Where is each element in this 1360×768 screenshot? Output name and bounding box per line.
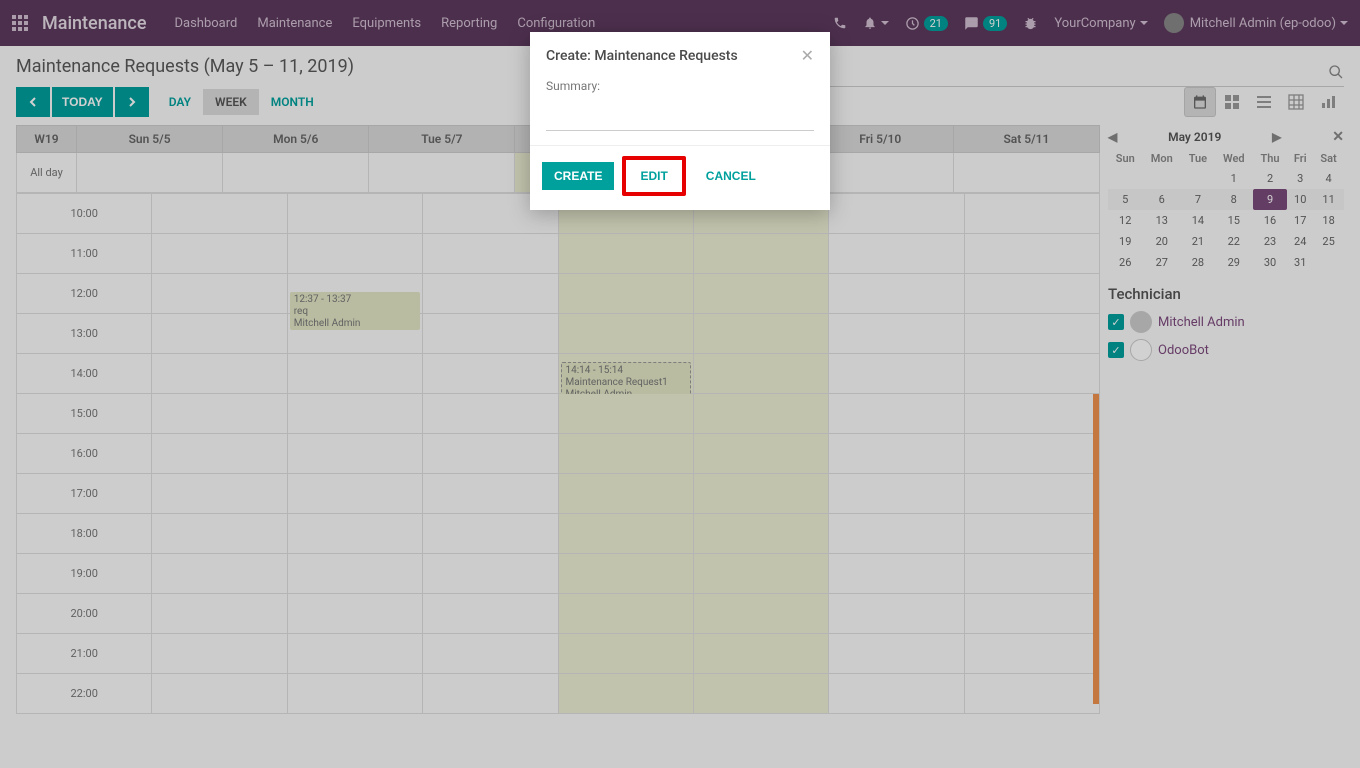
edit-button[interactable]: EDIT — [628, 162, 679, 190]
summary-input[interactable] — [546, 107, 814, 131]
modal-title: Create: Maintenance Requests — [546, 48, 738, 64]
create-modal: Create: Maintenance Requests ✕ Summary: … — [530, 32, 830, 210]
cancel-button[interactable]: CANCEL — [694, 162, 768, 190]
close-icon[interactable]: ✕ — [801, 46, 814, 65]
create-button[interactable]: CREATE — [542, 162, 614, 190]
edit-highlight: EDIT — [622, 156, 685, 196]
summary-label: Summary: — [546, 79, 814, 93]
